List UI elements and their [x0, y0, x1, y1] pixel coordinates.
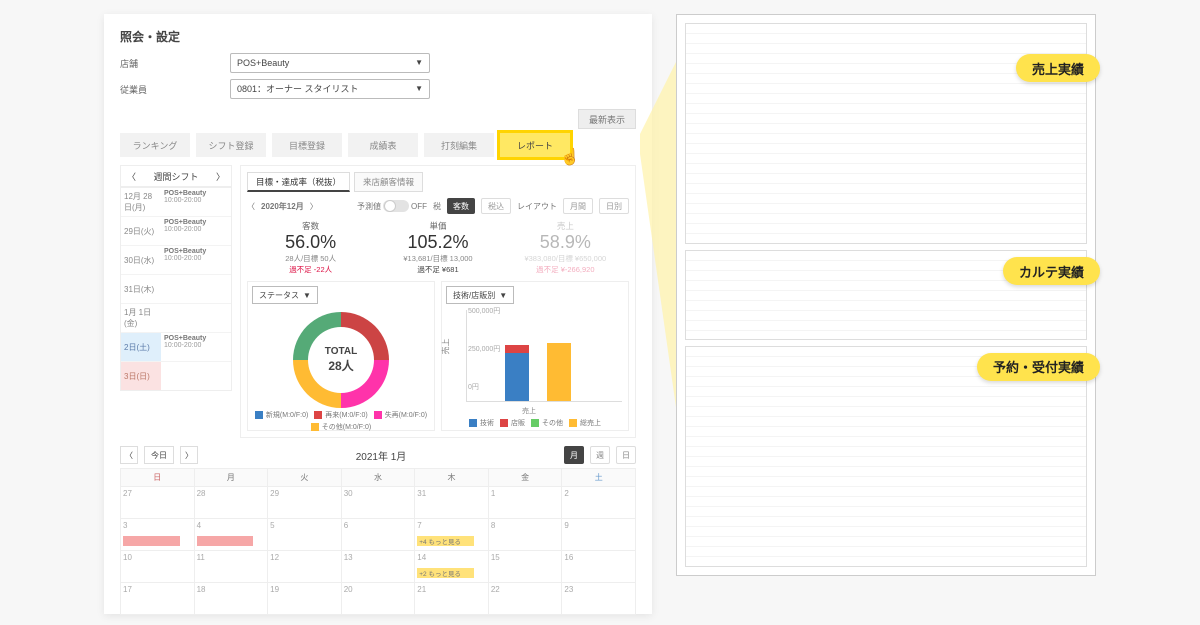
report-karte: カルテ実績: [685, 250, 1087, 340]
shift-row[interactable]: 29日(火)POS+Beauty10:00-20:00: [121, 216, 231, 245]
cal-today-button[interactable]: 今日: [144, 446, 174, 464]
sidebar-title: 週間シフト: [153, 170, 198, 183]
chevron-down-icon: ▼: [499, 291, 507, 300]
panel-tab-target[interactable]: 目標・達成率（税抜）: [247, 172, 350, 192]
page-title: 照会・設定: [120, 28, 636, 45]
report-reservation: 予約・受付実績: [685, 346, 1087, 567]
shift-row[interactable]: 12月 28日(月)POS+Beauty10:00-20:00: [121, 188, 231, 216]
toggle-switch-icon: [383, 200, 409, 212]
tab-ranking[interactable]: ランキング: [120, 133, 190, 157]
metric: 売上58.9%¥383,080/目標 ¥650,000過不足 ¥-266,920: [502, 220, 629, 275]
calendar: 〈 今日 〉 2021年 1月 月 週 日 日月火水木金土27282930311…: [120, 446, 636, 615]
tab-results[interactable]: 成績表: [348, 133, 418, 157]
cal-prev-button[interactable]: 〈: [120, 446, 138, 464]
staff-select[interactable]: 0801：オーナー スタイリスト ▼: [230, 79, 430, 99]
status-select[interactable]: ステータス ▼: [252, 286, 318, 304]
tag-karte: カルテ実績: [1003, 257, 1100, 285]
week-shift-sidebar: 〈 週間シフト 〉 12月 28日(月)POS+Beauty10:00-20:0…: [120, 165, 232, 438]
calendar-title: 2021年 1月: [204, 448, 558, 463]
tax-in-chip[interactable]: 税込: [481, 198, 511, 214]
calendar-grid[interactable]: 日月火水木金土27282930311234567+4 もっと見る89101112…: [120, 468, 636, 615]
tab-shift[interactable]: シフト登録: [196, 133, 266, 157]
staff-label: 従業員: [120, 83, 230, 96]
kpi-panel: 目標・達成率（税抜） 来店顧客情報 〈 2020年12月 〉 予測値 OFF 税…: [240, 165, 636, 438]
view-month[interactable]: 月: [564, 446, 584, 464]
bar-chart: 技術/店販別 ▼ 売上 500,000円 250,000円 0円: [441, 281, 629, 431]
next-month-button[interactable]: 〉: [310, 201, 318, 212]
shift-list: 12月 28日(月)POS+Beauty10:00-20:0029日(火)POS…: [120, 187, 232, 391]
metric: 客数56.0%28人/目標 50人過不足 -22人: [247, 220, 374, 275]
metric: 単価105.2%¥13,681/目標 13,000過不足 ¥681: [374, 220, 501, 275]
bar-stack: [505, 345, 529, 401]
tag-sales: 売上実績: [1016, 54, 1100, 82]
cal-next-button[interactable]: 〉: [180, 446, 198, 464]
view-day[interactable]: 日: [616, 446, 636, 464]
main-card: 照会・設定 店舗 POS+Beauty ▼ 従業員 0801：オーナー スタイリ…: [104, 14, 652, 614]
hand-cursor-icon: ☝: [560, 147, 580, 167]
main-tabs: ランキング シフト登録 目標登録 成績表 打刻編集 レポート ☝: [120, 133, 636, 157]
forecast-toggle[interactable]: 予測値 OFF: [357, 200, 427, 212]
bar-total: [547, 343, 571, 401]
report-sales: 売上実績: [685, 23, 1087, 244]
panel-tab-visitor[interactable]: 来店顧客情報: [354, 172, 423, 192]
chevron-down-icon: ▼: [415, 54, 423, 72]
shift-row[interactable]: 3日(日): [121, 361, 231, 390]
tab-timeclock[interactable]: 打刻編集: [424, 133, 494, 157]
refresh-button[interactable]: 最新表示: [578, 109, 636, 129]
donut-chart: ステータス ▼ TOTAL 28人 新規(M:0/F:0)再来(M:0/F:0)…: [247, 281, 435, 431]
bar-type-select[interactable]: 技術/店販別 ▼: [446, 286, 514, 304]
panel-month: 2020年12月: [261, 201, 304, 212]
tab-report[interactable]: レポート ☝: [500, 133, 570, 157]
tab-target[interactable]: 目標登録: [272, 133, 342, 157]
shift-row[interactable]: 30日(水)POS+Beauty10:00-20:00: [121, 245, 231, 274]
store-label: 店舗: [120, 57, 230, 70]
tax-ex-chip[interactable]: 客数: [447, 198, 475, 214]
prev-month-button[interactable]: 〈: [247, 201, 255, 212]
prev-week-button[interactable]: 〈: [127, 170, 136, 183]
view-week[interactable]: 週: [590, 446, 610, 464]
shift-row[interactable]: 1月 1日(金): [121, 303, 231, 332]
reports-preview-panel: 売上実績 カルテ実績 予約・受付実績: [676, 14, 1096, 576]
next-week-button[interactable]: 〉: [216, 170, 225, 183]
layout-day[interactable]: 日別: [599, 198, 629, 214]
chevron-down-icon: ▼: [303, 291, 311, 300]
chevron-down-icon: ▼: [415, 80, 423, 98]
store-select[interactable]: POS+Beauty ▼: [230, 53, 430, 73]
shift-row[interactable]: 2日(土)POS+Beauty10:00-20:00: [121, 332, 231, 361]
layout-month[interactable]: 月間: [563, 198, 593, 214]
metrics: 客数56.0%28人/目標 50人過不足 -22人単価105.2%¥13,681…: [247, 220, 629, 275]
tag-reservation: 予約・受付実績: [977, 353, 1100, 381]
shift-row[interactable]: 31日(木): [121, 274, 231, 303]
filters: 店舗 POS+Beauty ▼ 従業員 0801：オーナー スタイリスト ▼: [120, 53, 636, 99]
y-axis-label: 売上: [441, 339, 452, 355]
